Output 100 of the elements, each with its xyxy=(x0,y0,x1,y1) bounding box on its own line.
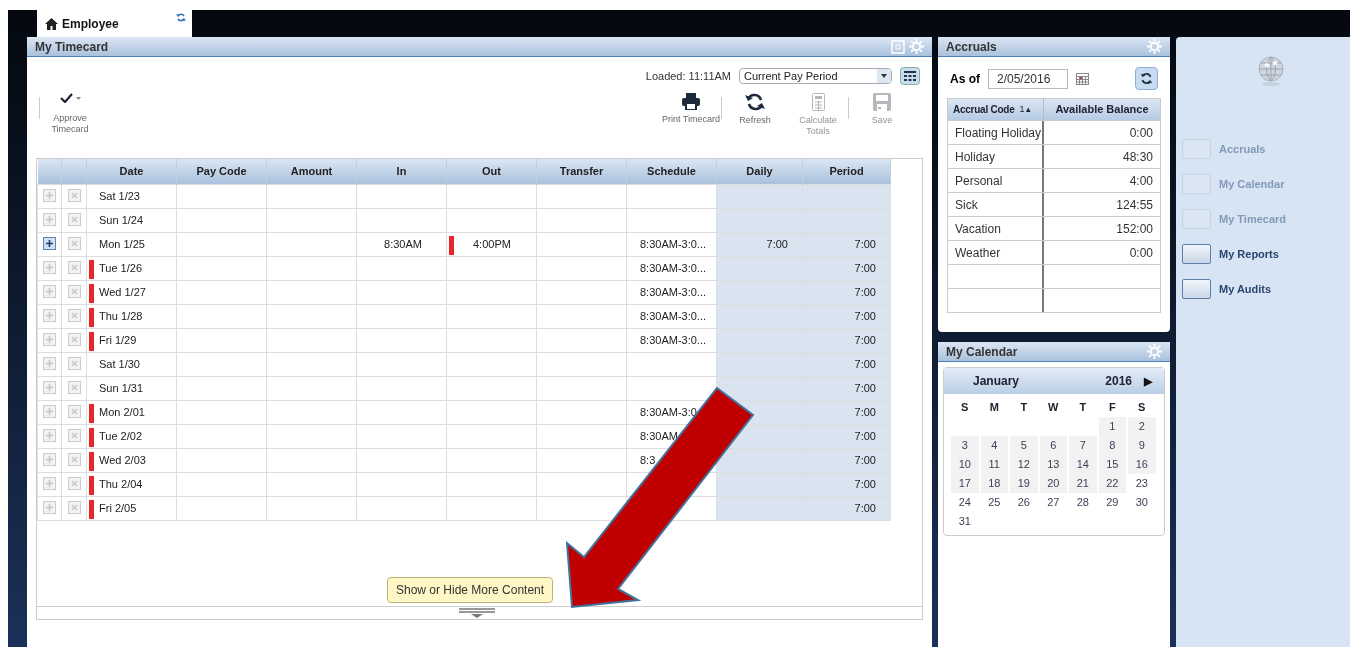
table-cell: 8:30AM xyxy=(384,237,422,250)
table-cell: 4:00PM xyxy=(473,237,511,250)
date-field[interactable]: 2/05/2016 xyxy=(988,68,1068,89)
weekday-label: F xyxy=(1107,400,1117,416)
employee-tab[interactable]: Employee xyxy=(37,10,192,37)
delete-entry-button[interactable] xyxy=(67,332,81,346)
refresh-icon xyxy=(745,93,765,111)
calendar-day[interactable]: 13 xyxy=(1039,455,1067,474)
column-header[interactable]: Transfer xyxy=(536,159,627,184)
calendar-day[interactable]: 9 xyxy=(1128,436,1156,455)
checkmark-icon xyxy=(59,93,73,103)
close-icon xyxy=(69,358,79,368)
print-button[interactable]: Print Timecard xyxy=(661,93,721,125)
plus-icon xyxy=(45,238,54,248)
close-icon xyxy=(69,310,79,320)
sort-indicator: 1 ▴ xyxy=(1019,102,1032,116)
approve-timecard-button[interactable]: Approve Timecard xyxy=(40,93,100,135)
period-dropdown[interactable]: Current Pay Period xyxy=(739,68,892,84)
calendar-day[interactable]: 14 xyxy=(1069,455,1097,474)
delete-entry-button[interactable] xyxy=(67,308,81,322)
settings-icon[interactable] xyxy=(1147,344,1162,359)
table-cell: 7:00 xyxy=(854,285,876,298)
column-header[interactable]: Pay Code xyxy=(176,159,267,184)
calendar-day[interactable]: 15 xyxy=(1098,455,1126,474)
calendar-day[interactable]: 11 xyxy=(980,455,1008,474)
calendar-day[interactable]: 17 xyxy=(951,474,979,493)
calendar-day[interactable]: 3 xyxy=(951,436,979,455)
calendar-day[interactable]: 20 xyxy=(1039,474,1067,493)
date-cell: Thu 1/28 xyxy=(99,309,143,322)
widget-icon[interactable] xyxy=(1182,279,1211,299)
table-cell: 7:00 xyxy=(854,309,876,322)
panel-title: Accruals xyxy=(946,38,997,56)
delete-entry-button[interactable] xyxy=(67,284,81,298)
table-cell-text: 152:00 xyxy=(1116,220,1153,238)
refresh-button[interactable]: Refresh xyxy=(725,93,785,126)
table-cell-text: Weather xyxy=(955,244,1001,262)
column-header[interactable]: Schedule xyxy=(626,159,717,184)
calendar-day[interactable]: 4 xyxy=(980,436,1008,455)
widget-link[interactable]: My Audits xyxy=(1219,280,1272,298)
delete-entry-button[interactable] xyxy=(67,380,81,394)
date-cell: Sun 1/31 xyxy=(99,381,144,394)
calendar-day[interactable]: 16 xyxy=(1128,455,1156,474)
calendar-day[interactable]: 8 xyxy=(1098,436,1126,455)
settings-icon[interactable] xyxy=(1147,39,1162,54)
column-header[interactable]: Amount xyxy=(266,159,357,184)
column-header[interactable]: Available Balance xyxy=(1044,101,1160,118)
delete-entry-button[interactable] xyxy=(67,428,81,442)
settings-icon[interactable] xyxy=(909,39,924,54)
table-cell-text: Sick xyxy=(955,196,978,214)
date-cell: Tue 2/02 xyxy=(99,429,142,442)
next-month-button[interactable]: ▶ xyxy=(1144,372,1152,390)
calendar-day[interactable]: 10 xyxy=(951,455,979,474)
grid-icon[interactable] xyxy=(900,67,920,85)
refresh-icon[interactable] xyxy=(176,13,186,22)
table-cell: 8:30AM-3:0... xyxy=(640,333,707,346)
calendar-day[interactable]: 22 xyxy=(1098,474,1126,493)
plus-icon xyxy=(45,214,54,224)
widget-link[interactable]: My Reports xyxy=(1219,245,1279,263)
delete-entry-button[interactable] xyxy=(67,236,81,250)
plus-icon xyxy=(45,334,54,344)
calendar-day[interactable]: 12 xyxy=(1010,455,1038,474)
delete-entry-button[interactable] xyxy=(67,260,81,274)
refresh-button[interactable] xyxy=(1135,67,1158,90)
calendar-day[interactable]: 2 xyxy=(1128,417,1156,436)
column-header[interactable]: Daily xyxy=(716,159,803,184)
delete-entry-button[interactable] xyxy=(67,404,81,418)
column-header[interactable]: Out xyxy=(446,159,537,184)
add-entry-button[interactable] xyxy=(43,236,56,250)
close-icon xyxy=(69,406,79,416)
column-header[interactable]: In xyxy=(356,159,447,184)
calendar-day[interactable]: 6 xyxy=(1039,436,1067,455)
delete-entry-button[interactable] xyxy=(67,212,81,226)
delete-entry-button[interactable] xyxy=(67,356,81,370)
delete-entry-button[interactable] xyxy=(67,452,81,466)
calendar-icon[interactable] xyxy=(1076,72,1089,85)
column-header[interactable]: Date xyxy=(86,159,177,184)
delete-entry-button[interactable] xyxy=(67,188,81,202)
calendar-day[interactable]: 5 xyxy=(1010,436,1038,455)
calendar-day[interactable]: 21 xyxy=(1069,474,1097,493)
column-header[interactable]: Accrual Code xyxy=(953,102,1015,117)
date-cell: Fri 1/29 xyxy=(99,333,137,346)
plus-icon xyxy=(45,286,54,296)
delete-entry-button[interactable] xyxy=(67,476,81,490)
table-cell: 8:30AM xyxy=(640,429,678,442)
panel-title: My Calendar xyxy=(946,343,1018,361)
calendar-day[interactable]: 18 xyxy=(980,474,1008,493)
widget-icon[interactable] xyxy=(1182,244,1211,264)
delete-entry-button[interactable] xyxy=(67,500,81,514)
calendar-day[interactable]: 1 xyxy=(1098,417,1126,436)
plus-icon xyxy=(45,406,54,416)
column-header[interactable]: Period xyxy=(802,159,891,184)
expand-handle-icon[interactable] xyxy=(459,607,495,619)
weekday-label: T xyxy=(1019,400,1029,416)
panel-title: My Timecard xyxy=(35,38,109,56)
maximize-icon[interactable] xyxy=(891,39,905,54)
calendar-day[interactable]: 19 xyxy=(1010,474,1038,493)
table-cell-text: 4:00 xyxy=(1129,172,1153,190)
table-cell: 7:00 xyxy=(854,237,876,250)
table-cell-text: 0:00 xyxy=(1129,124,1153,142)
calendar-day[interactable]: 7 xyxy=(1069,436,1097,455)
